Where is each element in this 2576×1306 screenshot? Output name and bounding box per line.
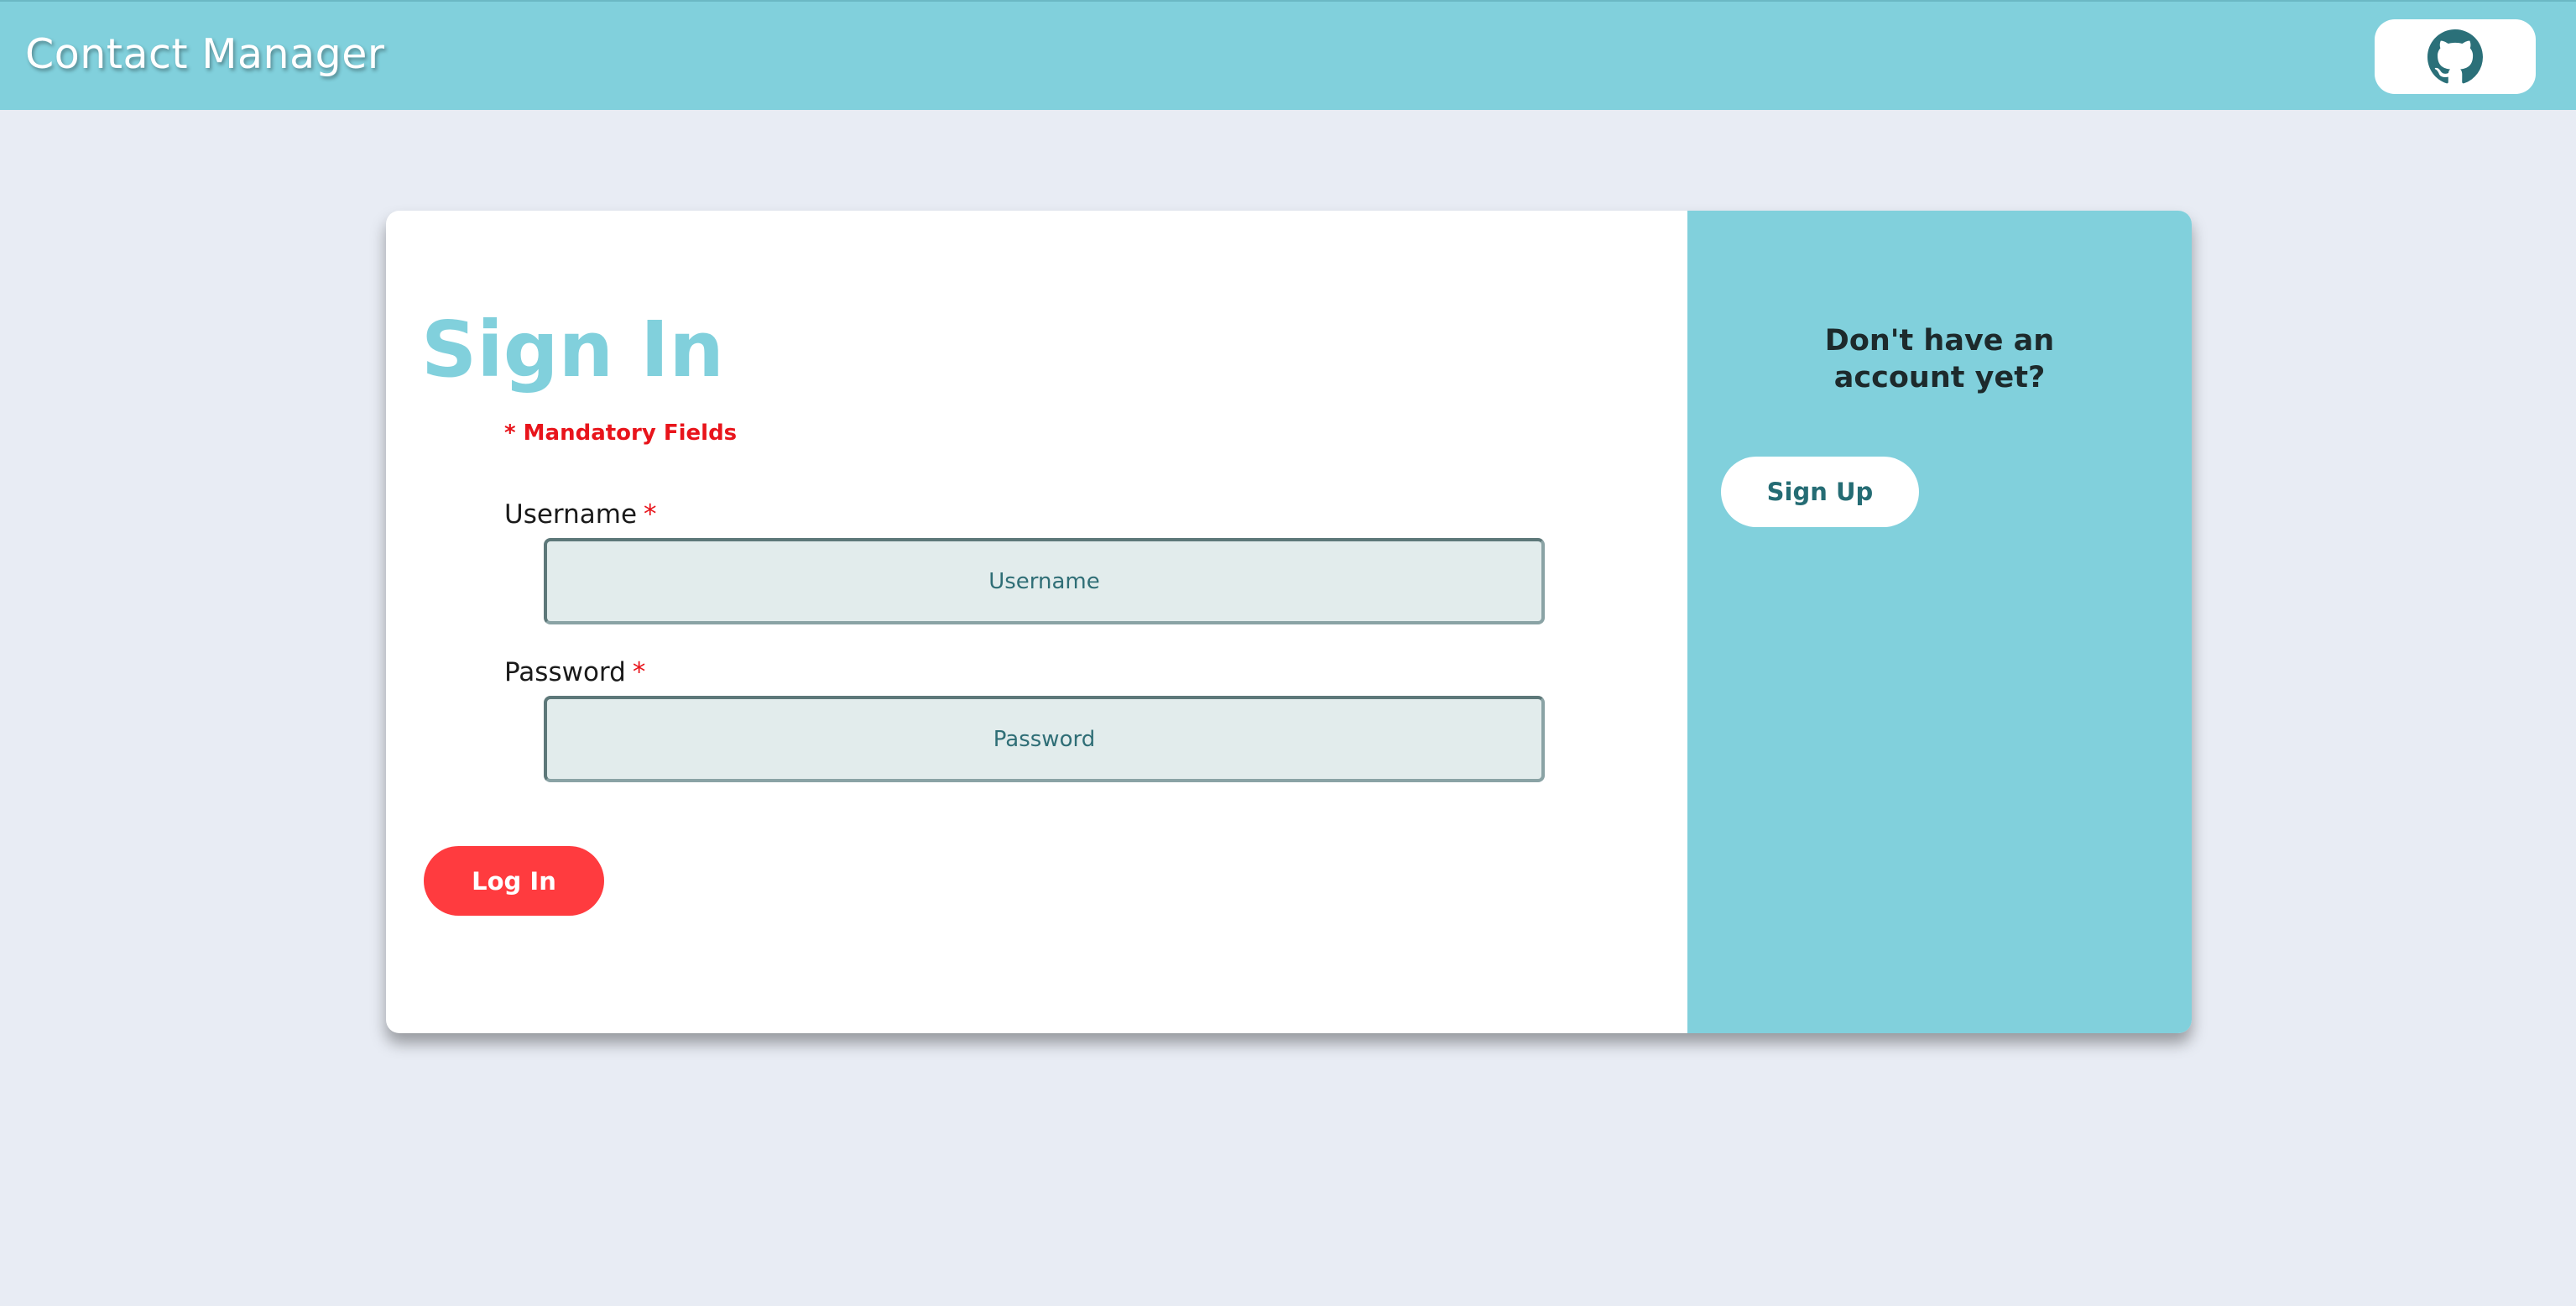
github-icon <box>2427 29 2483 83</box>
username-input[interactable] <box>544 538 1545 624</box>
app-brand[interactable]: Contact Manager <box>25 30 385 78</box>
page-title: Sign In <box>421 305 724 394</box>
password-label: Password * <box>504 657 645 687</box>
username-label: Username * <box>504 499 657 530</box>
github-button[interactable] <box>2375 19 2536 94</box>
signup-panel: Don't have an account yet? Sign Up <box>1687 211 2192 1033</box>
signup-prompt: Don't have an account yet? <box>1824 324 2055 394</box>
mandatory-note: * Mandatory Fields <box>504 421 738 446</box>
password-label-text: Password <box>504 657 626 687</box>
required-mark: * <box>632 657 646 687</box>
navbar: Contact Manager <box>0 0 2576 110</box>
password-input[interactable] <box>544 696 1545 782</box>
signin-panel: Sign In * Mandatory Fields Username* Pas… <box>386 211 1687 1033</box>
required-mark: * <box>644 499 657 530</box>
login-button[interactable]: Log In <box>424 846 604 916</box>
username-label-text: Username <box>504 499 638 530</box>
auth-card: Sign In * Mandatory Fields Username* Pas… <box>386 211 2192 1033</box>
signup-button[interactable]: Sign Up <box>1721 457 1919 527</box>
